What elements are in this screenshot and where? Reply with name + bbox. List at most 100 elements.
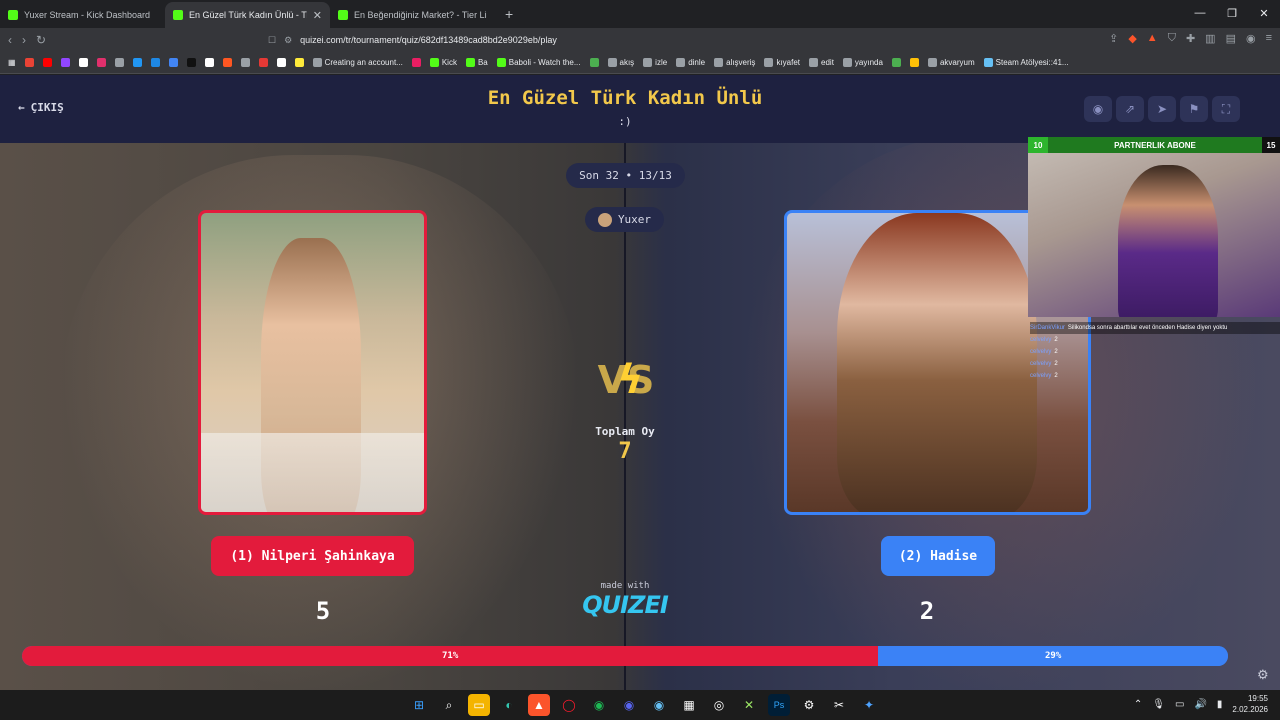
settings-gear-icon[interactable]: ⚙ xyxy=(1257,667,1269,683)
bookmark-item[interactable] xyxy=(891,58,901,67)
bookmark-item[interactable] xyxy=(589,58,599,67)
clock[interactable]: 19:55 2.02.2026 xyxy=(1232,693,1268,715)
volume-icon[interactable]: 🔊 xyxy=(1194,699,1206,710)
bookmark-item[interactable]: izle xyxy=(643,58,667,67)
brave-rewards-icon[interactable]: ▲ xyxy=(1147,32,1158,45)
bookmark-item[interactable] xyxy=(204,58,214,67)
bookmark-item[interactable] xyxy=(222,58,232,67)
folder-icon xyxy=(496,58,506,67)
network-icon[interactable]: ▭ xyxy=(1175,699,1184,710)
share-icon[interactable]: ⇗ xyxy=(1116,96,1144,122)
tab-title: Yuxer Stream - Kick Dashboard xyxy=(24,10,151,20)
bookmark-item[interactable]: Baboli - Watch the... xyxy=(496,58,581,67)
bookmark-item[interactable]: Creating an account... xyxy=(312,58,403,67)
eye-icon[interactable]: ◉ xyxy=(1084,96,1112,122)
site-info-icon[interactable]: ⚙ xyxy=(284,35,292,46)
spotify-icon[interactable]: ◉ xyxy=(588,694,610,716)
obs-icon[interactable]: ◎ xyxy=(708,694,730,716)
bookmark-item[interactable] xyxy=(24,58,34,67)
bookmark-item[interactable] xyxy=(114,58,124,67)
bookmark-item[interactable] xyxy=(150,58,160,67)
clock-date: 2.02.2026 xyxy=(1232,705,1268,714)
bookmark-label: edit xyxy=(821,58,834,67)
app-icon[interactable]: ✦ xyxy=(858,694,880,716)
bookmark-star-icon[interactable]: ☐ xyxy=(268,35,276,46)
bookmark-item[interactable]: edit xyxy=(809,58,834,67)
menu-icon[interactable]: ≡ xyxy=(1266,32,1272,45)
browser-tab[interactable]: En Beğendiğiniz Market? - Tier List xyxy=(330,2,495,28)
share-icon[interactable]: ⇪ xyxy=(1109,32,1118,45)
opera-icon[interactable]: ◯ xyxy=(558,694,580,716)
photoshop-icon[interactable]: Ps xyxy=(768,694,790,716)
close-window-icon[interactable]: ✕ xyxy=(1248,0,1280,26)
settings-icon[interactable]: ⚙ xyxy=(798,694,820,716)
steam-icon[interactable]: ◉ xyxy=(648,694,670,716)
bookmark-item[interactable]: Ba xyxy=(465,58,488,67)
folder-icon xyxy=(643,58,653,67)
wallet-icon[interactable]: ▤ xyxy=(1226,32,1236,45)
calculator-icon[interactable]: ▦ xyxy=(678,694,700,716)
bookmark-item[interactable]: akvaryum xyxy=(927,58,975,67)
bookmark-favicon-icon xyxy=(186,58,196,67)
bookmark-item[interactable]: yayında xyxy=(842,58,883,67)
edge-icon[interactable]: ◐ xyxy=(498,694,520,716)
forward-icon[interactable]: › xyxy=(22,33,26,47)
extension-icon[interactable]: ⛉ xyxy=(1168,32,1176,45)
bookmark-item[interactable] xyxy=(909,58,919,67)
reload-icon[interactable]: ↻ xyxy=(36,33,46,47)
bookmark-item[interactable] xyxy=(186,58,196,67)
xbox-icon[interactable]: ✕ xyxy=(738,694,760,716)
chat-text: 2 xyxy=(1054,337,1058,343)
discord-icon[interactable]: ◉ xyxy=(618,694,640,716)
quizei-logo[interactable]: QUIZEI xyxy=(575,591,675,619)
bookmark-item[interactable] xyxy=(258,58,268,67)
flag-icon[interactable]: ⚑ xyxy=(1180,96,1208,122)
bookmark-item[interactable]: akış xyxy=(607,58,634,67)
bookmark-item[interactable]: Kick xyxy=(429,58,457,67)
bookmark-item[interactable] xyxy=(132,58,142,67)
microphone-icon[interactable]: 🎙 xyxy=(1152,699,1165,710)
brave-icon[interactable]: ▲ xyxy=(528,694,550,716)
bookmark-item[interactable] xyxy=(60,58,70,67)
browser-tab-active[interactable]: En Güzel Türk Kadın Ünlü - Tier L ✕ xyxy=(165,2,330,28)
brave-shield-icon[interactable]: ◆ xyxy=(1128,32,1136,45)
puzzle-icon[interactable]: ✚ xyxy=(1186,32,1195,45)
fullscreen-icon[interactable]: ⛶ xyxy=(1212,96,1240,122)
contestant-left-image[interactable] xyxy=(198,210,427,515)
close-tab-icon[interactable]: ✕ xyxy=(313,9,322,22)
url-text[interactable]: quizei.com/tr/tournament/quiz/682df13489… xyxy=(300,35,557,45)
apps-grid-icon[interactable]: ▦ xyxy=(8,58,16,67)
bookmark-item[interactable] xyxy=(168,58,178,67)
back-icon[interactable]: ‹ xyxy=(8,33,12,47)
bookmark-item[interactable] xyxy=(42,58,52,67)
address-bar[interactable]: ☐ ⚙ quizei.com/tr/tournament/quiz/682df1… xyxy=(268,30,988,50)
browser-tab[interactable]: Yuxer Stream - Kick Dashboard xyxy=(0,2,165,28)
bookmark-item[interactable] xyxy=(411,58,421,67)
avatar xyxy=(597,212,612,227)
new-tab-button[interactable]: + xyxy=(495,6,523,28)
bookmark-item[interactable] xyxy=(240,58,250,67)
minimize-icon[interactable]: — xyxy=(1184,0,1216,26)
snipping-tool-icon[interactable]: ✂ xyxy=(828,694,850,716)
bookmark-item[interactable]: alışveriş xyxy=(714,58,755,67)
windows-start-icon[interactable]: ⊞ xyxy=(408,694,430,716)
bookmark-item[interactable]: kıyafet xyxy=(764,58,800,67)
bookmark-item[interactable] xyxy=(276,58,286,67)
maximize-icon[interactable]: ❐ xyxy=(1216,0,1248,26)
profile-icon[interactable]: ◉ xyxy=(1246,32,1256,45)
bookmark-favicon-icon xyxy=(24,58,34,67)
sidebar-icon[interactable]: ▥ xyxy=(1205,32,1215,45)
chevron-up-icon[interactable]: ⌃ xyxy=(1134,699,1142,710)
send-icon[interactable]: ➤ xyxy=(1148,96,1176,122)
bookmark-item[interactable] xyxy=(78,58,88,67)
vote-share-bar: 71% 29% xyxy=(22,646,1228,666)
battery-icon[interactable]: ▮ xyxy=(1217,699,1223,710)
file-explorer-icon[interactable]: ▭ xyxy=(468,694,490,716)
bookmark-item[interactable]: dinle xyxy=(676,58,705,67)
bookmark-item[interactable] xyxy=(96,58,106,67)
bookmark-item[interactable] xyxy=(294,58,304,67)
search-icon[interactable]: ⌕ xyxy=(438,694,460,716)
choose-right-button[interactable]: (2) Hadise xyxy=(881,536,995,576)
choose-left-button[interactable]: (1) Nilperi Şahinkaya xyxy=(211,536,414,576)
bookmark-item[interactable]: Steam Atölyesi::41... xyxy=(983,58,1069,67)
